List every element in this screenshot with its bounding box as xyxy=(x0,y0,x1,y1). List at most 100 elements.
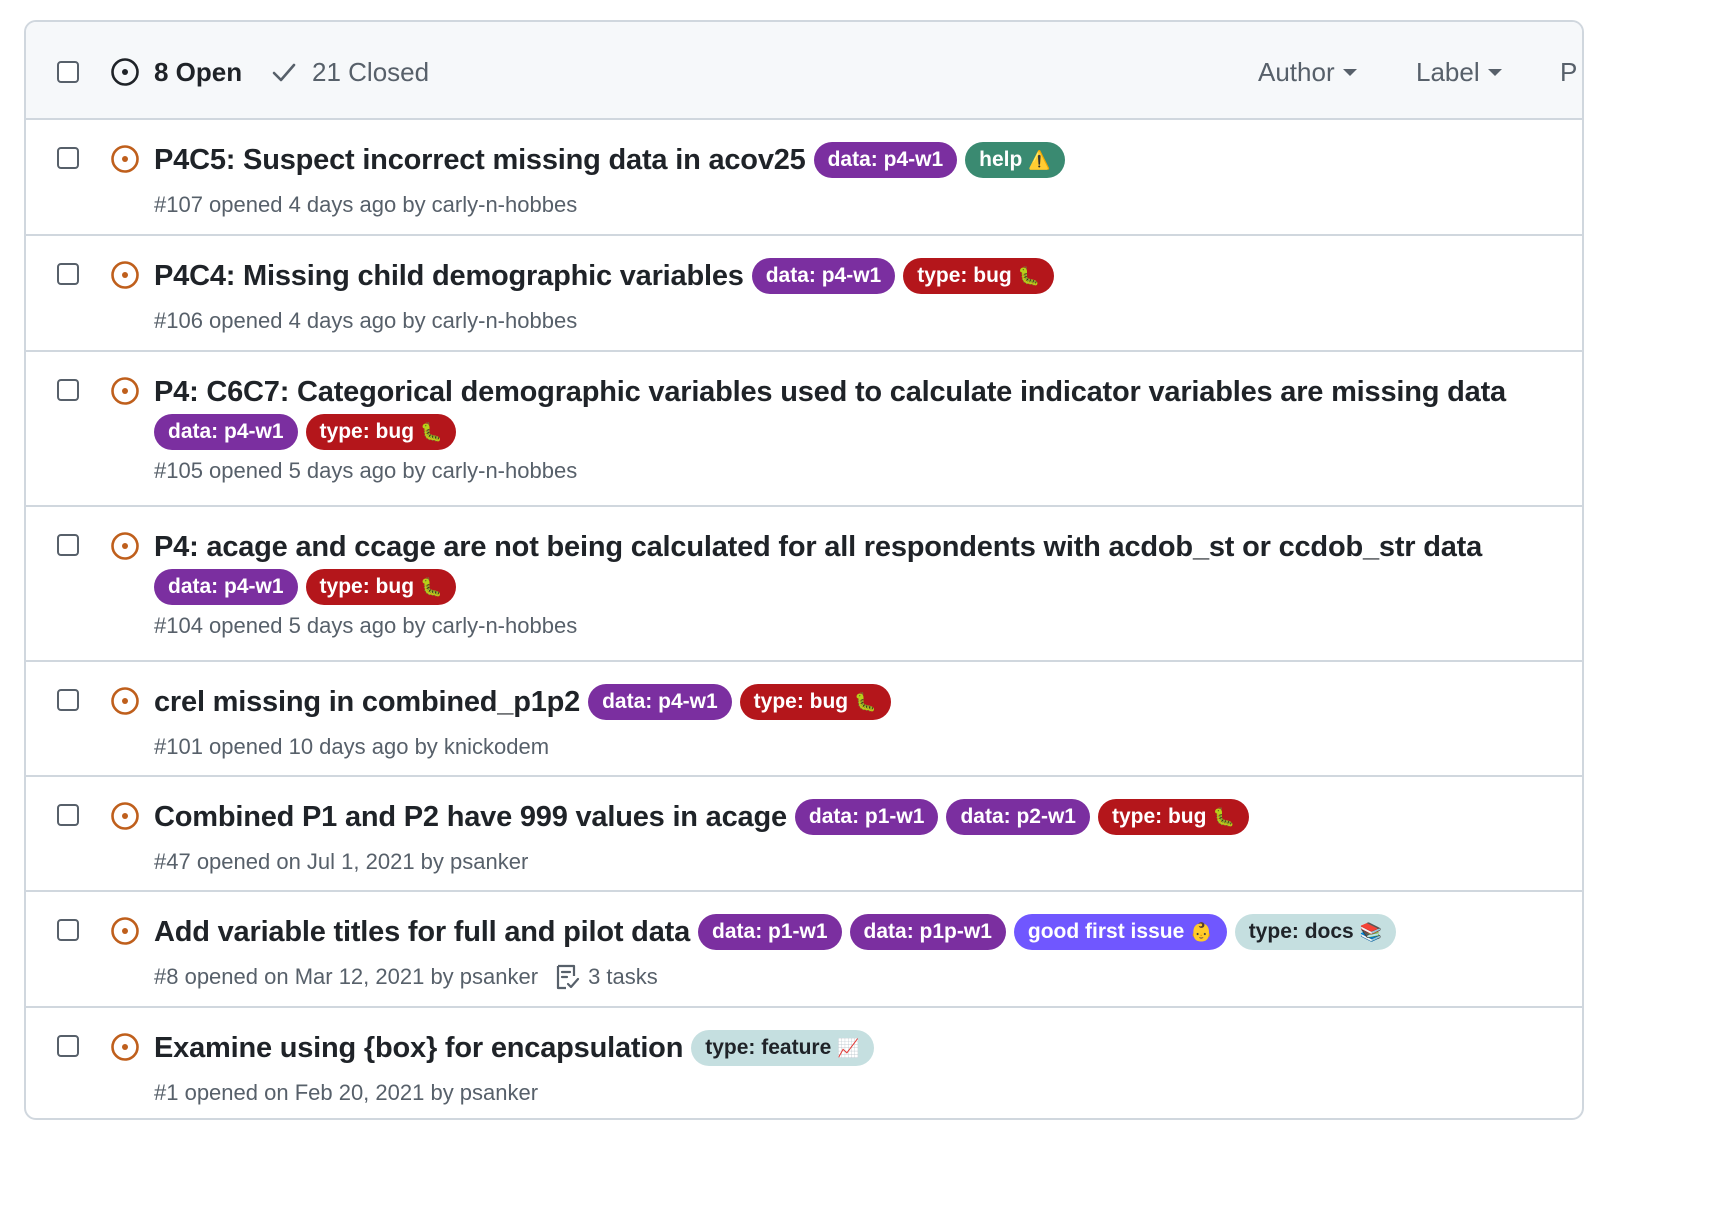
closed-issues-count: 21 Closed xyxy=(312,56,430,87)
label-emoji-icon: 🐛 xyxy=(420,576,443,597)
issue-labels: data: p4-w1 type: bug 🐛 xyxy=(751,258,1062,294)
issue-checkbox[interactable] xyxy=(57,1035,79,1057)
issue-checkbox[interactable] xyxy=(57,919,79,941)
task-progress[interactable]: 3 tasks xyxy=(554,963,658,991)
issues-list-panel: 8 Open 21 Closed Author Label P P4C5: Su… xyxy=(24,20,1584,1120)
label-filter-dropdown[interactable]: Label xyxy=(1416,56,1502,88)
issue-checkbox[interactable] xyxy=(57,804,79,826)
label-emoji-icon: 📚 xyxy=(1359,921,1383,942)
label-text: data: p4-w1 xyxy=(168,420,284,443)
issue-title-link[interactable]: Combined P1 and P2 have 999 values in ac… xyxy=(154,801,787,834)
issue-labels: data: p4-w1 help ⚠️ xyxy=(813,142,1073,178)
issue-meta: #106 opened 4 days ago by carly-n-hobbes xyxy=(154,306,577,336)
label-text: type: bug xyxy=(753,690,849,713)
issue-checkbox[interactable] xyxy=(57,263,79,285)
author-filter-dropdown[interactable]: Author xyxy=(1258,56,1357,88)
label-type-feature[interactable]: type: feature 📈 xyxy=(691,1030,874,1066)
label-type-bug[interactable]: type: bug 🐛 xyxy=(305,569,457,605)
issue-checkbox[interactable] xyxy=(57,147,79,169)
issue-row[interactable]: P4: C6C7: Categorical demographic variab… xyxy=(26,352,1582,507)
issue-labels: data: p4-w1 type: bug 🐛 xyxy=(154,569,464,605)
chevron-down-icon xyxy=(1487,68,1502,76)
label-data-p4-w1[interactable]: data: p4-w1 xyxy=(154,569,298,605)
open-issues-filter[interactable]: 8 Open xyxy=(110,56,242,88)
issue-meta: #47 opened on Jul 1, 2021 by psanker xyxy=(154,847,528,877)
label-data-p4-w1[interactable]: data: p4-w1 xyxy=(588,684,732,720)
issue-title-link[interactable]: P4: acage and ccage are not being calcul… xyxy=(154,531,1482,564)
label-text: data: p1p-w1 xyxy=(863,920,992,943)
issue-title-line: P4: acage and ccage are not being calcul… xyxy=(154,527,1482,567)
issue-title-line: Combined P1 and P2 have 999 values in ac… xyxy=(154,797,1257,837)
chevron-down-icon xyxy=(1342,68,1357,76)
open-issues-count: 8 Open xyxy=(154,56,243,87)
issue-meta-text[interactable]: #47 opened on Jul 1, 2021 by psanker xyxy=(154,849,528,875)
label-emoji-icon: 📈 xyxy=(837,1037,860,1058)
issue-row[interactable]: Add variable titles for full and pilot d… xyxy=(26,892,1582,1008)
label-text: data: p1-w1 xyxy=(712,920,828,943)
label-data-p4-w1[interactable]: data: p4-w1 xyxy=(154,414,298,450)
issue-opened-icon xyxy=(111,58,139,86)
issue-meta-text[interactable]: #105 opened 5 days ago by carly-n-hobbes xyxy=(154,458,577,484)
issue-title-link[interactable]: Examine using {box} for encapsulation xyxy=(154,1032,683,1065)
issue-meta: #104 opened 5 days ago by carly-n-hobbes xyxy=(154,611,577,641)
issue-labels: data: p1-w1 data: p2-w1 type: bug 🐛 xyxy=(794,799,1257,835)
label-text: type: bug xyxy=(319,575,415,598)
issue-row[interactable]: P4C4: Missing child demographic variable… xyxy=(26,236,1582,352)
label-type-bug[interactable]: type: bug 🐛 xyxy=(903,258,1055,294)
label-text: data: p4-w1 xyxy=(827,148,944,171)
issue-row[interactable]: P4: acage and ccage are not being calcul… xyxy=(26,507,1582,662)
label-text: data: p1-w1 xyxy=(808,805,925,828)
issue-row[interactable]: P4C5: Suspect incorrect missing data in … xyxy=(26,120,1582,236)
issue-title-link[interactable]: P4: C6C7: Categorical demographic variab… xyxy=(154,376,1506,409)
issue-checkbox[interactable] xyxy=(57,689,79,711)
label-emoji-icon: 🐛 xyxy=(420,421,443,442)
issue-meta-text[interactable]: #104 opened 5 days ago by carly-n-hobbes xyxy=(154,613,577,639)
issue-opened-icon xyxy=(111,145,139,173)
label-text: data: p4-w1 xyxy=(765,264,882,287)
issue-title-line: Add variable titles for full and pilot d… xyxy=(154,912,1404,952)
issue-meta: #105 opened 5 days ago by carly-n-hobbes xyxy=(154,456,577,486)
issue-title-line: P4: C6C7: Categorical demographic variab… xyxy=(154,372,1506,412)
label-text: data: p4-w1 xyxy=(602,690,718,713)
issue-opened-icon xyxy=(111,802,139,830)
label-good-first-issue[interactable]: good first issue 👶 xyxy=(1013,914,1227,950)
issue-title-link[interactable]: Add variable titles for full and pilot d… xyxy=(154,916,690,949)
select-all-checkbox[interactable] xyxy=(57,61,79,83)
label-emoji-icon: 🐛 xyxy=(854,691,877,712)
projects-filter-dropdown[interactable]: P xyxy=(1560,56,1577,88)
issue-title-line: P4C5: Suspect incorrect missing data in … xyxy=(154,140,1073,180)
issue-title-link[interactable]: P4C4: Missing child demographic variable… xyxy=(154,260,744,293)
issue-title-line: Examine using {box} for encapsulation typ… xyxy=(154,1028,882,1068)
issue-meta-text[interactable]: #101 opened 10 days ago by knickodem xyxy=(154,734,549,760)
label-data-p1-w1[interactable]: data: p1-w1 xyxy=(794,799,939,835)
label-data-p1p-w1[interactable]: data: p1p-w1 xyxy=(849,914,1006,950)
issue-title-link[interactable]: crel missing in combined_p1p2 xyxy=(154,686,580,719)
label-data-p2-w1[interactable]: data: p2-w1 xyxy=(946,799,1090,835)
label-type-bug[interactable]: type: bug 🐛 xyxy=(739,684,891,720)
label-data-p1-w1[interactable]: data: p1-w1 xyxy=(698,914,842,950)
task-progress-label: 3 tasks xyxy=(588,964,658,989)
issue-meta-text[interactable]: #107 opened 4 days ago by carly-n-hobbes xyxy=(154,192,577,218)
label-text: type: bug xyxy=(319,420,415,443)
issue-row[interactable]: Combined P1 and P2 have 999 values in ac… xyxy=(26,777,1582,892)
issue-opened-icon xyxy=(111,532,139,560)
issue-labels: data: p1-w1 data: p1p-w1 good first issue 👶… xyxy=(698,914,1404,950)
issue-title-line: P4C4: Missing child demographic variable… xyxy=(154,256,1062,296)
projects-filter-label: P xyxy=(1560,56,1578,87)
label-text: good first issue xyxy=(1027,920,1185,943)
label-data-p4-w1[interactable]: data: p4-w1 xyxy=(751,258,896,294)
issue-checkbox[interactable] xyxy=(57,534,79,556)
issue-meta-text[interactable]: #106 opened 4 days ago by carly-n-hobbes xyxy=(154,308,577,334)
issue-title-link[interactable]: P4C5: Suspect incorrect missing data in … xyxy=(154,144,806,177)
label-help[interactable]: help ⚠️ xyxy=(965,142,1065,178)
issue-meta-text[interactable]: #8 opened on Mar 12, 2021 by psanker xyxy=(154,964,538,990)
closed-issues-filter[interactable]: 21 Closed xyxy=(272,56,429,88)
issue-row[interactable]: Examine using {box} for encapsulation typ… xyxy=(26,1008,1582,1118)
label-type-docs[interactable]: type: docs 📚 xyxy=(1234,914,1397,950)
label-type-bug[interactable]: type: bug 🐛 xyxy=(305,414,457,450)
issue-row[interactable]: crel missing in combined_p1p2 data: p4-w1… xyxy=(26,662,1582,777)
issue-checkbox[interactable] xyxy=(57,379,79,401)
label-data-p4-w1[interactable]: data: p4-w1 xyxy=(813,142,958,178)
issue-meta-text[interactable]: #1 opened on Feb 20, 2021 by psanker xyxy=(154,1080,538,1106)
label-type-bug[interactable]: type: bug 🐛 xyxy=(1097,799,1249,835)
